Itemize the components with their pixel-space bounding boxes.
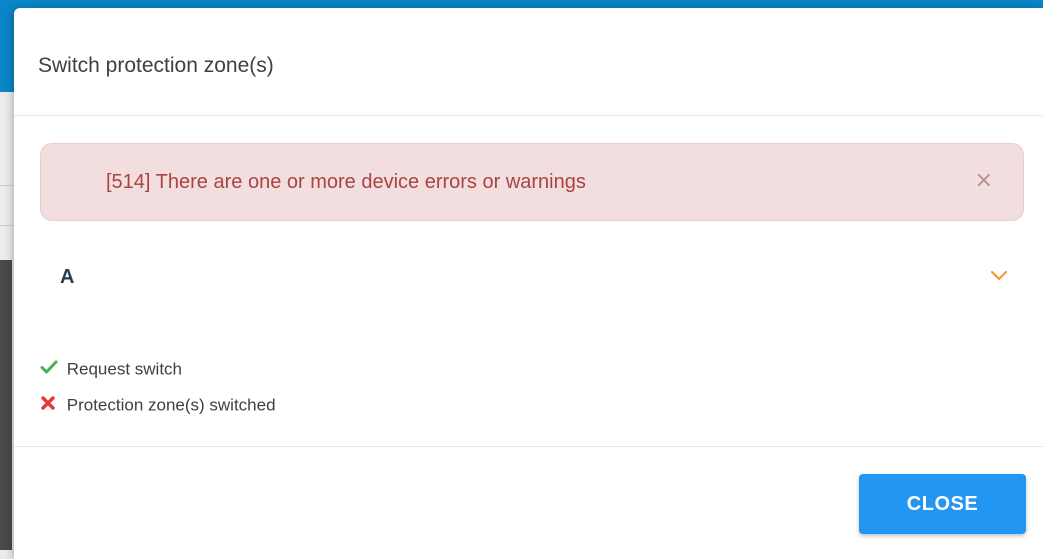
step-label: Protection zone(s) switched: [66, 395, 276, 415]
step-request-switch: Request switch: [40, 357, 276, 393]
error-alert-message: [514] There are one or more device error…: [106, 171, 586, 193]
cross-icon: [40, 394, 62, 418]
close-button[interactable]: CLOSE: [859, 474, 1026, 534]
dialog-header: Switch protection zone(s): [14, 8, 1043, 116]
step-label: Request switch: [66, 359, 183, 379]
chevron-down-icon[interactable]: [988, 264, 1010, 286]
background-sidebar: [0, 260, 12, 550]
close-icon[interactable]: ×: [975, 168, 993, 194]
dialog-footer-divider: [14, 446, 1043, 447]
step-zones-switched: Protection zone(s) switched: [40, 393, 276, 429]
check-icon: [40, 358, 62, 382]
zone-row-a[interactable]: A: [60, 262, 1010, 294]
switch-protection-zone-dialog: Switch protection zone(s) [514] There ar…: [14, 8, 1043, 559]
error-alert: [514] There are one or more device error…: [40, 143, 1024, 221]
zone-name: A: [60, 266, 75, 288]
switch-steps-list: Request switch Protection zone(s) switch…: [40, 357, 276, 429]
dialog-title: Switch protection zone(s): [38, 54, 274, 77]
